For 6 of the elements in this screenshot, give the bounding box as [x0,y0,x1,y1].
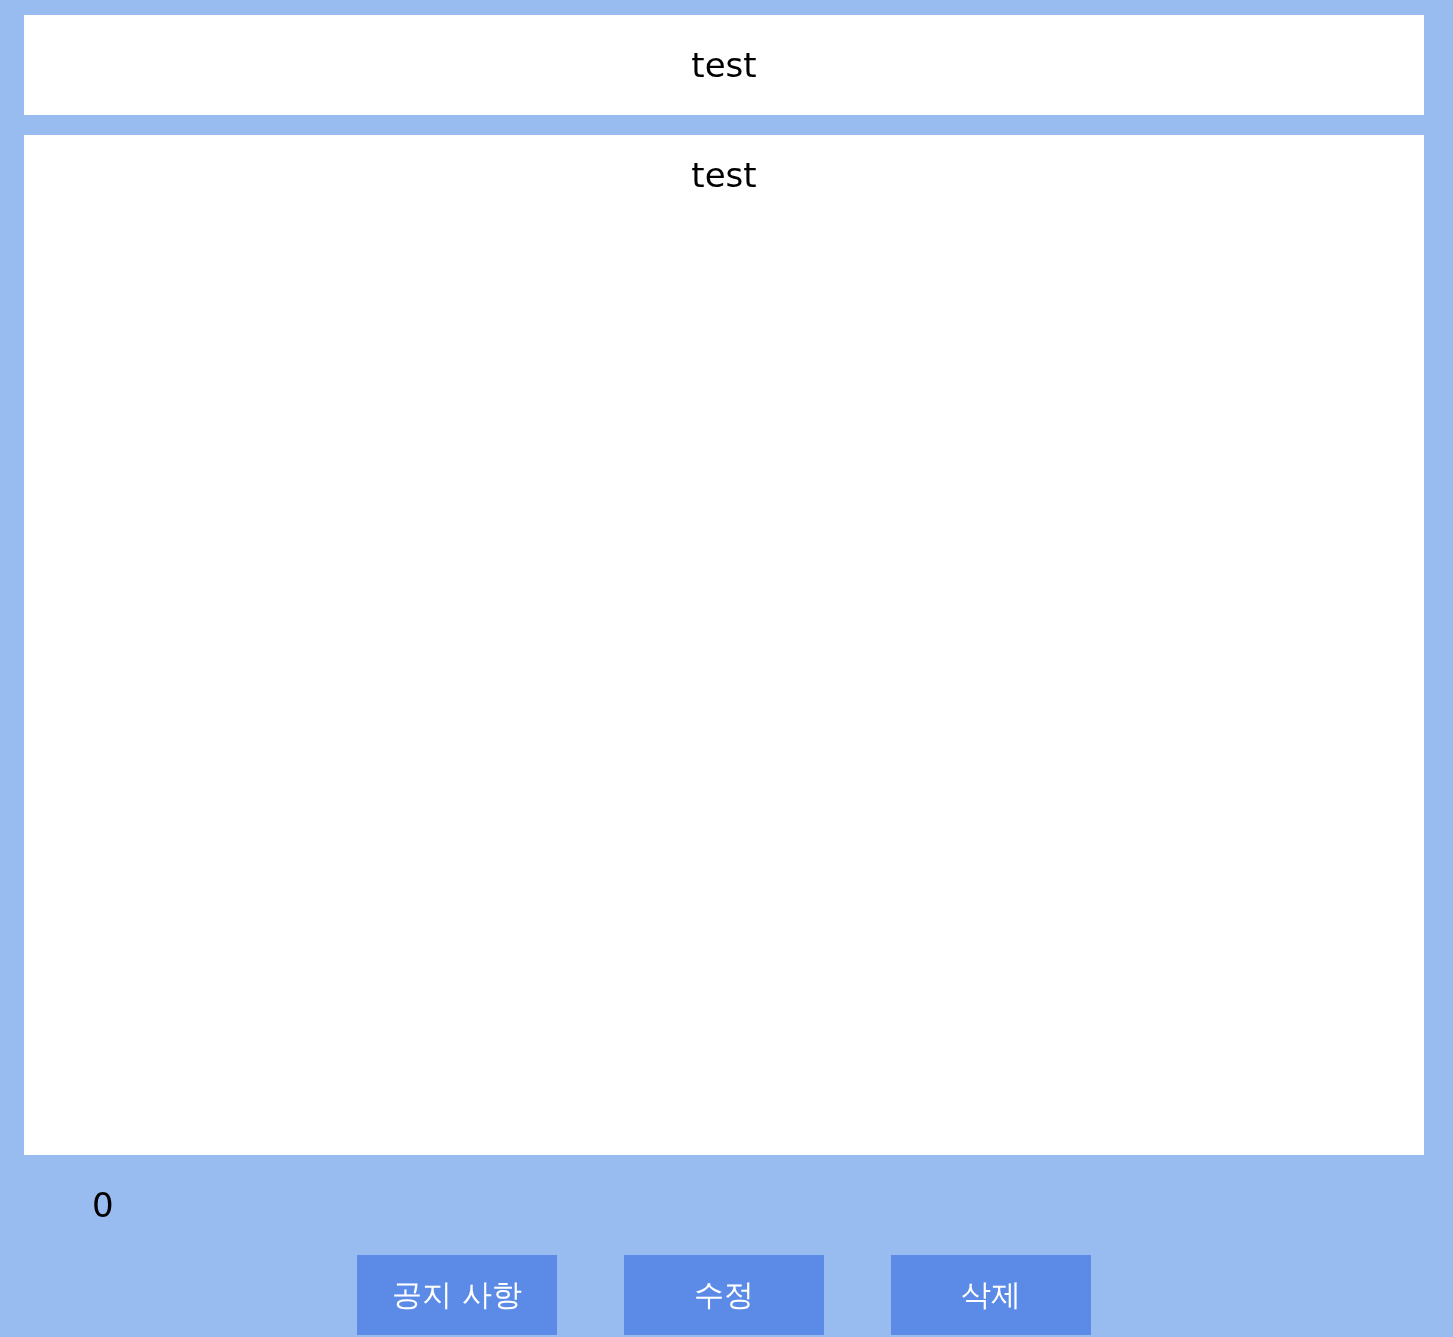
count-label: 0 [92,1185,114,1225]
post-body: test [24,135,1424,1155]
action-button[interactable]: 공지 사항 [357,1255,557,1335]
action-button[interactable]: 삭제 [891,1255,1091,1335]
action-button[interactable]: 수정 [624,1255,824,1335]
post-title: test [24,15,1424,115]
